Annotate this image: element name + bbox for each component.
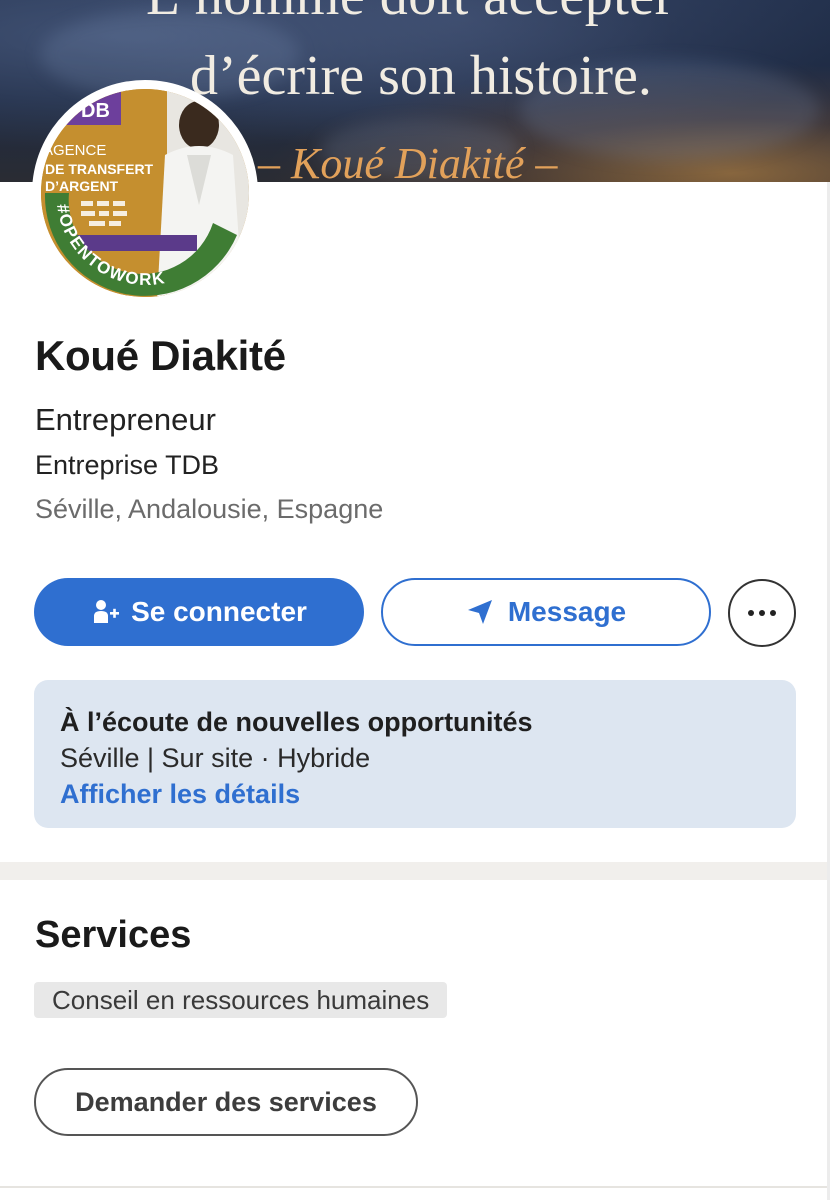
more-button[interactable] [728,579,796,647]
photo-logo: DB [81,100,110,122]
cover-signature: – Koué Diakité – [258,139,558,182]
cover-quote-line-2: d’écrire son histoire. [190,45,652,107]
bottom-divider [0,1186,830,1188]
profile-headline: Entrepreneur [35,402,216,437]
photo-text-2: DE TRANSFERT [45,161,154,177]
show-details-link[interactable]: Afficher les détails [60,776,770,812]
photo-text-1: AGENCE [43,142,106,159]
open-to-work-details: Séville | Sur site · Hybride [60,743,371,773]
message-button[interactable]: Message [381,578,711,646]
section-divider [0,862,830,880]
connect-button[interactable]: Se connecter [34,578,364,646]
profile-avatar[interactable]: #OPENTOWORK DB AGENCE DE TRANSFERT D’ARG… [32,80,258,306]
open-to-work-title: À l’écoute de nouvelles opportunités [60,707,533,737]
open-to-work-card: À l’écoute de nouvelles opportunités Sév… [34,680,796,828]
send-icon [466,598,494,626]
avatar-photo: #OPENTOWORK DB AGENCE DE TRANSFERT D’ARG… [41,89,249,297]
service-chip: Conseil en ressources humaines [34,982,448,1018]
connect-button-label: Se connecter [131,596,307,627]
message-button-label: Message [507,596,627,627]
profile-name: Koué Diakité [35,332,286,379]
cover-quote-line-1: L’homme doit accepter [146,0,674,28]
person-add-icon [91,597,121,627]
photo-text-3: D’ARGENT [45,178,119,194]
more-icon [747,604,777,622]
profile-company[interactable]: Entreprise TDB [35,450,219,481]
request-services-button[interactable]: Demander des services [34,1068,418,1136]
services-heading: Services [35,914,192,956]
profile-page: L’homme doit accepter d’écrire son histo… [0,0,830,1200]
profile-location: Séville, Andalousie, Espagne [35,494,384,524]
